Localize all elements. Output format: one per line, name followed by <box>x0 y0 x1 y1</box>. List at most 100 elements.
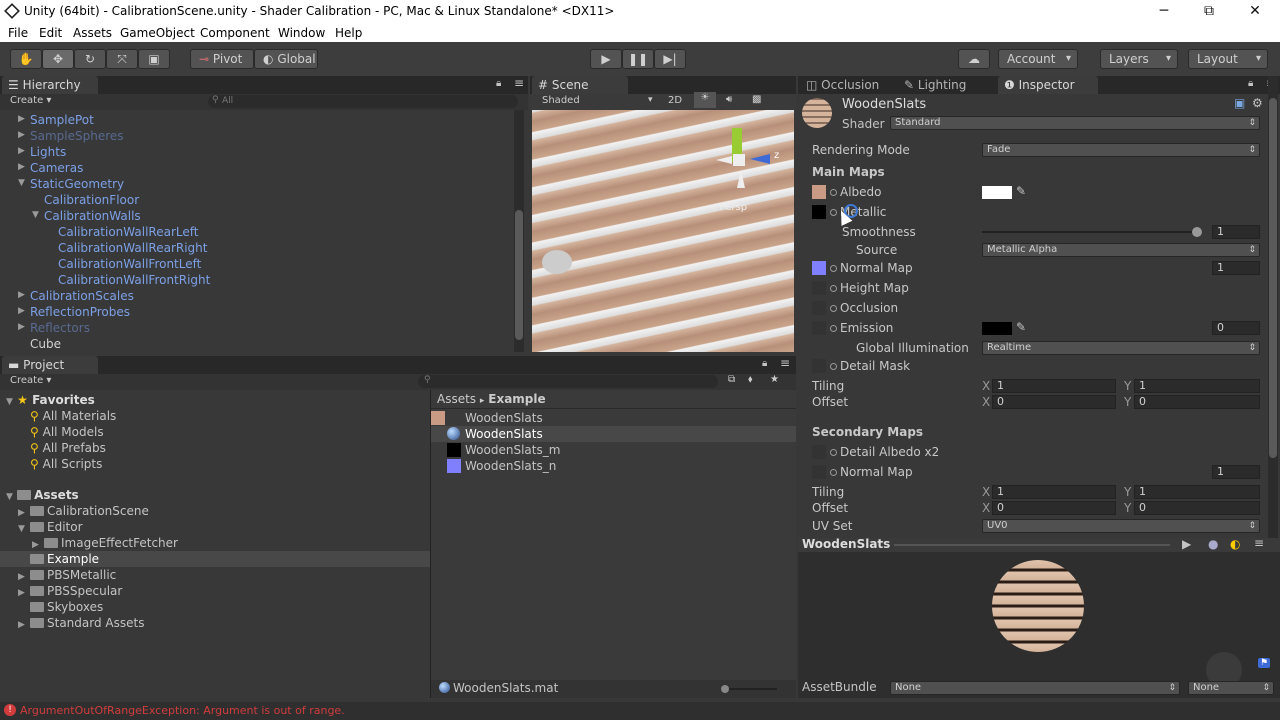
file-woodenslats-n[interactable]: WoodenSlats_n <box>431 458 796 474</box>
shader-dropdown[interactable]: Standard <box>890 116 1260 130</box>
metallic-texture-slot[interactable] <box>812 205 826 219</box>
detail-normal-slot[interactable] <box>812 465 826 479</box>
panel-menu-icon[interactable]: ≡ <box>514 76 524 90</box>
material-preview-sphere[interactable] <box>992 560 1084 652</box>
folder-item[interactable]: ▶ PBSSpecular <box>0 583 430 599</box>
rect-tool-button[interactable]: ▣ <box>138 49 170 69</box>
tiling2-y-field[interactable]: 1 <box>1134 485 1260 499</box>
detail-mask-label[interactable]: Detail Mask <box>830 358 910 374</box>
expand-arrow-icon[interactable]: ▶ <box>18 130 25 140</box>
tab-occlusion[interactable]: ◫ Occlusion <box>800 76 890 94</box>
hierarchy-item[interactable]: StaticGeometry <box>30 176 124 192</box>
play-button[interactable]: ▶ <box>590 49 622 69</box>
move-tool-button[interactable]: ✥ <box>42 49 74 69</box>
offset-y-field[interactable]: 0 <box>1134 395 1260 409</box>
gizmo-neg-x[interactable] <box>716 156 732 164</box>
tiling2-x-field[interactable]: 1 <box>992 485 1116 499</box>
hierarchy-create-button[interactable]: Create ▾ <box>10 95 51 106</box>
inspector-lock-icon[interactable]: 🔒︎ <box>1248 78 1253 89</box>
gizmo-neg-y[interactable] <box>737 170 745 188</box>
folder-item[interactable]: ▼ Editor <box>0 519 430 535</box>
mode-2d-button[interactable]: 2D <box>668 95 682 106</box>
albedo-texture-slot[interactable] <box>812 185 826 199</box>
hierarchy-item[interactable]: SamplePot <box>30 112 94 128</box>
open-icon[interactable]: ▣ <box>1234 96 1245 110</box>
assetbundle-variant-dropdown[interactable]: None <box>1188 681 1274 695</box>
uvset-dropdown[interactable]: UV0 <box>982 519 1260 533</box>
scene-viewport[interactable]: z ≺ Persp <box>532 110 794 352</box>
close-button[interactable]: ✕ <box>1232 0 1278 24</box>
detail-mask-slot[interactable] <box>812 359 826 373</box>
favorite-item[interactable]: ⚲ All Prefabs <box>30 440 106 456</box>
detail-normal-scale-field[interactable]: 1 <box>1212 465 1260 479</box>
offset2-x-field[interactable]: 0 <box>992 501 1116 515</box>
persp-label[interactable]: ≺ Persp <box>708 202 747 213</box>
folder-item[interactable]: Example <box>0 551 430 567</box>
lock-icon[interactable]: 🔒︎ <box>496 78 501 89</box>
effects-icon[interactable]: ▩ <box>752 94 761 105</box>
shading-mode-dropdown[interactable]: Shaded <box>542 95 580 106</box>
detail-albedo-slot[interactable] <box>812 445 826 459</box>
albedo-color-field[interactable] <box>982 186 1012 199</box>
menu-file[interactable]: File <box>8 26 28 40</box>
account-dropdown[interactable]: Account <box>998 49 1078 69</box>
hierarchy-item[interactable]: CalibrationWallRearRight <box>58 240 207 256</box>
layout-dropdown[interactable]: Layout <box>1188 49 1268 69</box>
folder-expand-icon[interactable]: ▶ <box>18 617 25 633</box>
hierarchy-item[interactable]: Reflectors <box>30 320 90 336</box>
favorite-item[interactable]: ⚲ All Models <box>30 424 104 440</box>
assets-header[interactable]: ▼ Assets <box>6 487 79 503</box>
rendering-mode-dropdown[interactable]: Fade <box>982 143 1260 157</box>
albedo-label[interactable]: Albedo <box>830 184 882 200</box>
favorite-item[interactable]: ⚲ All Materials <box>30 408 116 424</box>
preview-play-icon[interactable]: ▶ <box>1182 537 1191 551</box>
collapse-arrow-icon[interactable]: ▼ <box>32 210 39 220</box>
hierarchy-item[interactable]: CalibrationFloor <box>44 192 139 208</box>
inspector-scrollbar[interactable] <box>1268 76 1278 538</box>
project-create-button[interactable]: Create ▾ <box>10 375 51 386</box>
emission-label[interactable]: Emission <box>830 320 893 336</box>
hierarchy-item[interactable]: CalibrationWallRearLeft <box>58 224 198 240</box>
pause-button[interactable]: ❚❚ <box>622 49 654 69</box>
gi-dropdown[interactable]: Realtime <box>982 341 1260 355</box>
collapse-arrow-icon[interactable]: ▼ <box>18 178 25 188</box>
settings-gear-icon[interactable]: ⚙ <box>1252 96 1263 110</box>
folder-item[interactable]: ▶ ImageEffectFetcher <box>0 535 430 551</box>
detail-normal-label[interactable]: Normal Map <box>830 464 913 480</box>
gizmo-z-axis[interactable] <box>750 154 770 164</box>
hierarchy-item[interactable]: Cameras <box>30 160 83 176</box>
normal-map-slot[interactable] <box>812 261 826 275</box>
smoothness-value-field[interactable]: 1 <box>1212 225 1260 239</box>
favorites-header[interactable]: ▼ ★ Favorites <box>6 392 95 408</box>
preview-light-icon[interactable]: ◐ <box>1230 537 1240 551</box>
scene-lighting-button[interactable]: ☀ <box>694 92 716 108</box>
pivot-toggle[interactable]: ⊸ Pivot <box>190 49 254 69</box>
preview-menu-icon[interactable]: ≡ <box>1254 536 1264 550</box>
gizmo-center[interactable] <box>733 154 745 166</box>
occlusion-slot[interactable] <box>812 301 826 315</box>
menu-assets[interactable]: Assets <box>73 26 112 40</box>
offset2-y-field[interactable]: 0 <box>1134 501 1260 515</box>
minimize-button[interactable]: ─ <box>1141 0 1187 24</box>
hand-tool-button[interactable]: ✋ <box>10 49 42 69</box>
rotate-tool-button[interactable]: ↻ <box>74 49 106 69</box>
folder-item[interactable]: ▶ PBSMetallic <box>0 567 430 583</box>
icon-size-thumb[interactable] <box>721 685 729 693</box>
step-button[interactable]: ▶| <box>654 49 686 69</box>
filter-type-icon[interactable]: ⧉ <box>728 374 735 385</box>
scale-tool-button[interactable]: ⤧ <box>106 49 138 69</box>
folder-item[interactable]: ▶ Standard Assets <box>0 615 430 631</box>
menu-edit[interactable]: Edit <box>39 26 62 40</box>
expand-arrow-icon[interactable]: ▶ <box>18 146 25 156</box>
tab-hierarchy[interactable]: ☰ Hierarchy <box>2 76 98 94</box>
maximize-button[interactable]: ⧉ <box>1186 0 1232 24</box>
hierarchy-item[interactable]: Cube <box>30 336 61 352</box>
global-toggle[interactable]: ◐ Global <box>254 49 318 69</box>
menu-help[interactable]: Help <box>335 26 362 40</box>
expand-arrow-icon[interactable]: ▶ <box>18 114 25 124</box>
project-lock-icon[interactable]: 🔒︎ <box>762 358 767 369</box>
occlusion-label[interactable]: Occlusion <box>830 300 898 316</box>
tab-project[interactable]: ▬ Project <box>2 356 98 374</box>
height-map-slot[interactable] <box>812 281 826 295</box>
source-dropdown[interactable]: Metallic Alpha <box>982 243 1260 257</box>
